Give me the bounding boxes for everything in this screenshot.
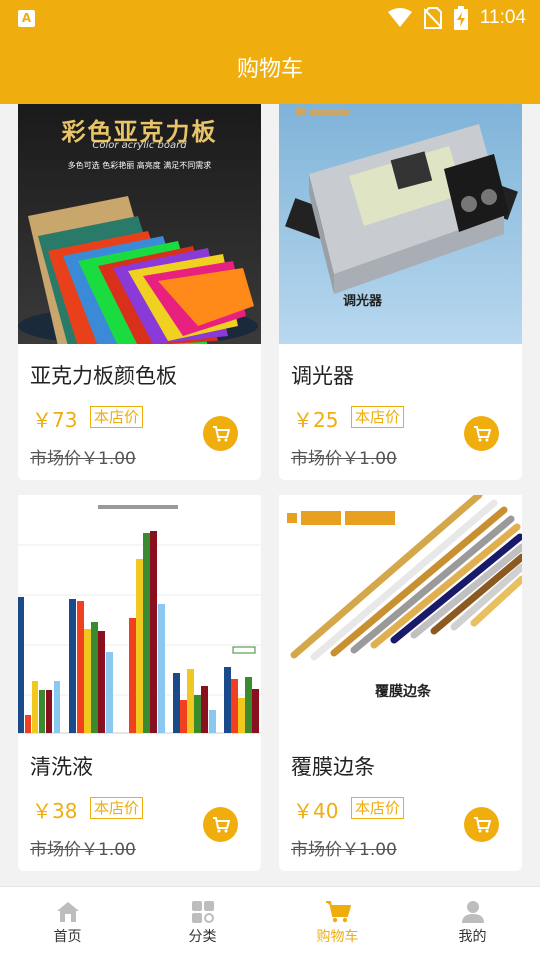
tab-profile[interactable]: 我的 [405,887,540,960]
store-price-badge: 本店价 [351,797,405,819]
status-bar: A 11:04 [0,0,540,36]
add-to-cart-button[interactable] [464,807,499,842]
category-icon [191,901,214,923]
product-grid: 彩色亚克力板 Color acrylic board 多色可选 色彩艳丽 高亮度… [18,104,522,886]
tab-cart[interactable]: 购物车 [270,887,405,960]
product-name[interactable]: 覆膜边条 [291,751,375,781]
market-price: 市场价￥1.00 [30,840,136,860]
product-image[interactable] [18,495,261,735]
market-price: 市场价￥1.00 [30,449,136,469]
home-icon [56,902,79,922]
tab-label: 分类 [188,929,217,945]
store-price-badge: 本店价 [90,797,144,819]
clock: 11:04 [479,7,526,28]
product-price: ￥38 [32,799,78,823]
product-price: ￥40 [293,799,339,823]
app-bar: A 11:04 购物车 [0,0,540,104]
cart-icon [212,425,230,441]
product-card[interactable]: 调光器 调光器 ￥25 本店价 市场价￥1.00 [279,104,522,480]
store-price-badge: 本店价 [90,406,144,428]
product-image[interactable]: 调光器 [279,104,522,344]
product-name[interactable]: 清洗液 [30,751,93,781]
image-subtitle: Color acrylic board [92,140,187,151]
image-caption: 覆膜边条 [375,684,431,700]
store-price-badge: 本店价 [351,406,405,428]
tab-label: 首页 [53,929,82,945]
tab-label: 购物车 [316,929,359,945]
market-price: 市场价￥1.00 [291,449,397,469]
tab-label: 我的 [458,929,487,945]
cart-icon [212,816,230,832]
product-card[interactable]: 覆膜边条 覆膜边条 ￥40 本店价 市场价￥1.00 [279,495,522,871]
add-to-cart-button[interactable] [203,416,238,451]
cart-icon [473,425,491,441]
product-card[interactable]: 彩色亚克力板 Color acrylic board 多色可选 色彩艳丽 高亮度… [18,104,261,480]
product-name[interactable]: 调光器 [291,360,354,390]
bottom-tab-bar: 首页 分类 购物车 我的 [0,886,540,960]
dimmer-device-illustration [285,108,518,294]
cart-icon [325,901,351,923]
tab-category[interactable]: 分类 [135,887,270,960]
product-image[interactable]: 覆膜边条 [279,495,522,735]
product-name[interactable]: 亚克力板颜色板 [30,360,177,390]
image-caption: 调光器 [343,294,383,309]
bar-chart-thumbnail [18,505,261,734]
add-to-cart-button[interactable] [203,807,238,842]
user-icon [461,901,484,923]
market-price: 市场价￥1.00 [291,840,397,860]
no-sim-icon [423,7,442,29]
cart-icon [473,816,491,832]
battery-charging-icon [453,6,468,30]
product-image[interactable]: 彩色亚克力板 Color acrylic board 多色可选 色彩艳丽 高亮度… [18,104,261,344]
page-title: 购物车 [236,57,303,82]
notification-icon: A [18,9,35,27]
add-to-cart-button[interactable] [464,416,499,451]
product-price: ￥25 [293,408,339,432]
tab-home[interactable]: 首页 [0,887,135,960]
acrylic-sheets-illustration [18,196,258,344]
wifi-icon [387,8,412,27]
product-price: ￥73 [32,408,78,432]
image-tagline: 多色可选 色彩艳丽 高亮度 满足不同需求 [67,161,212,170]
product-card[interactable]: 清洗液 ￥38 本店价 市场价￥1.00 [18,495,261,871]
